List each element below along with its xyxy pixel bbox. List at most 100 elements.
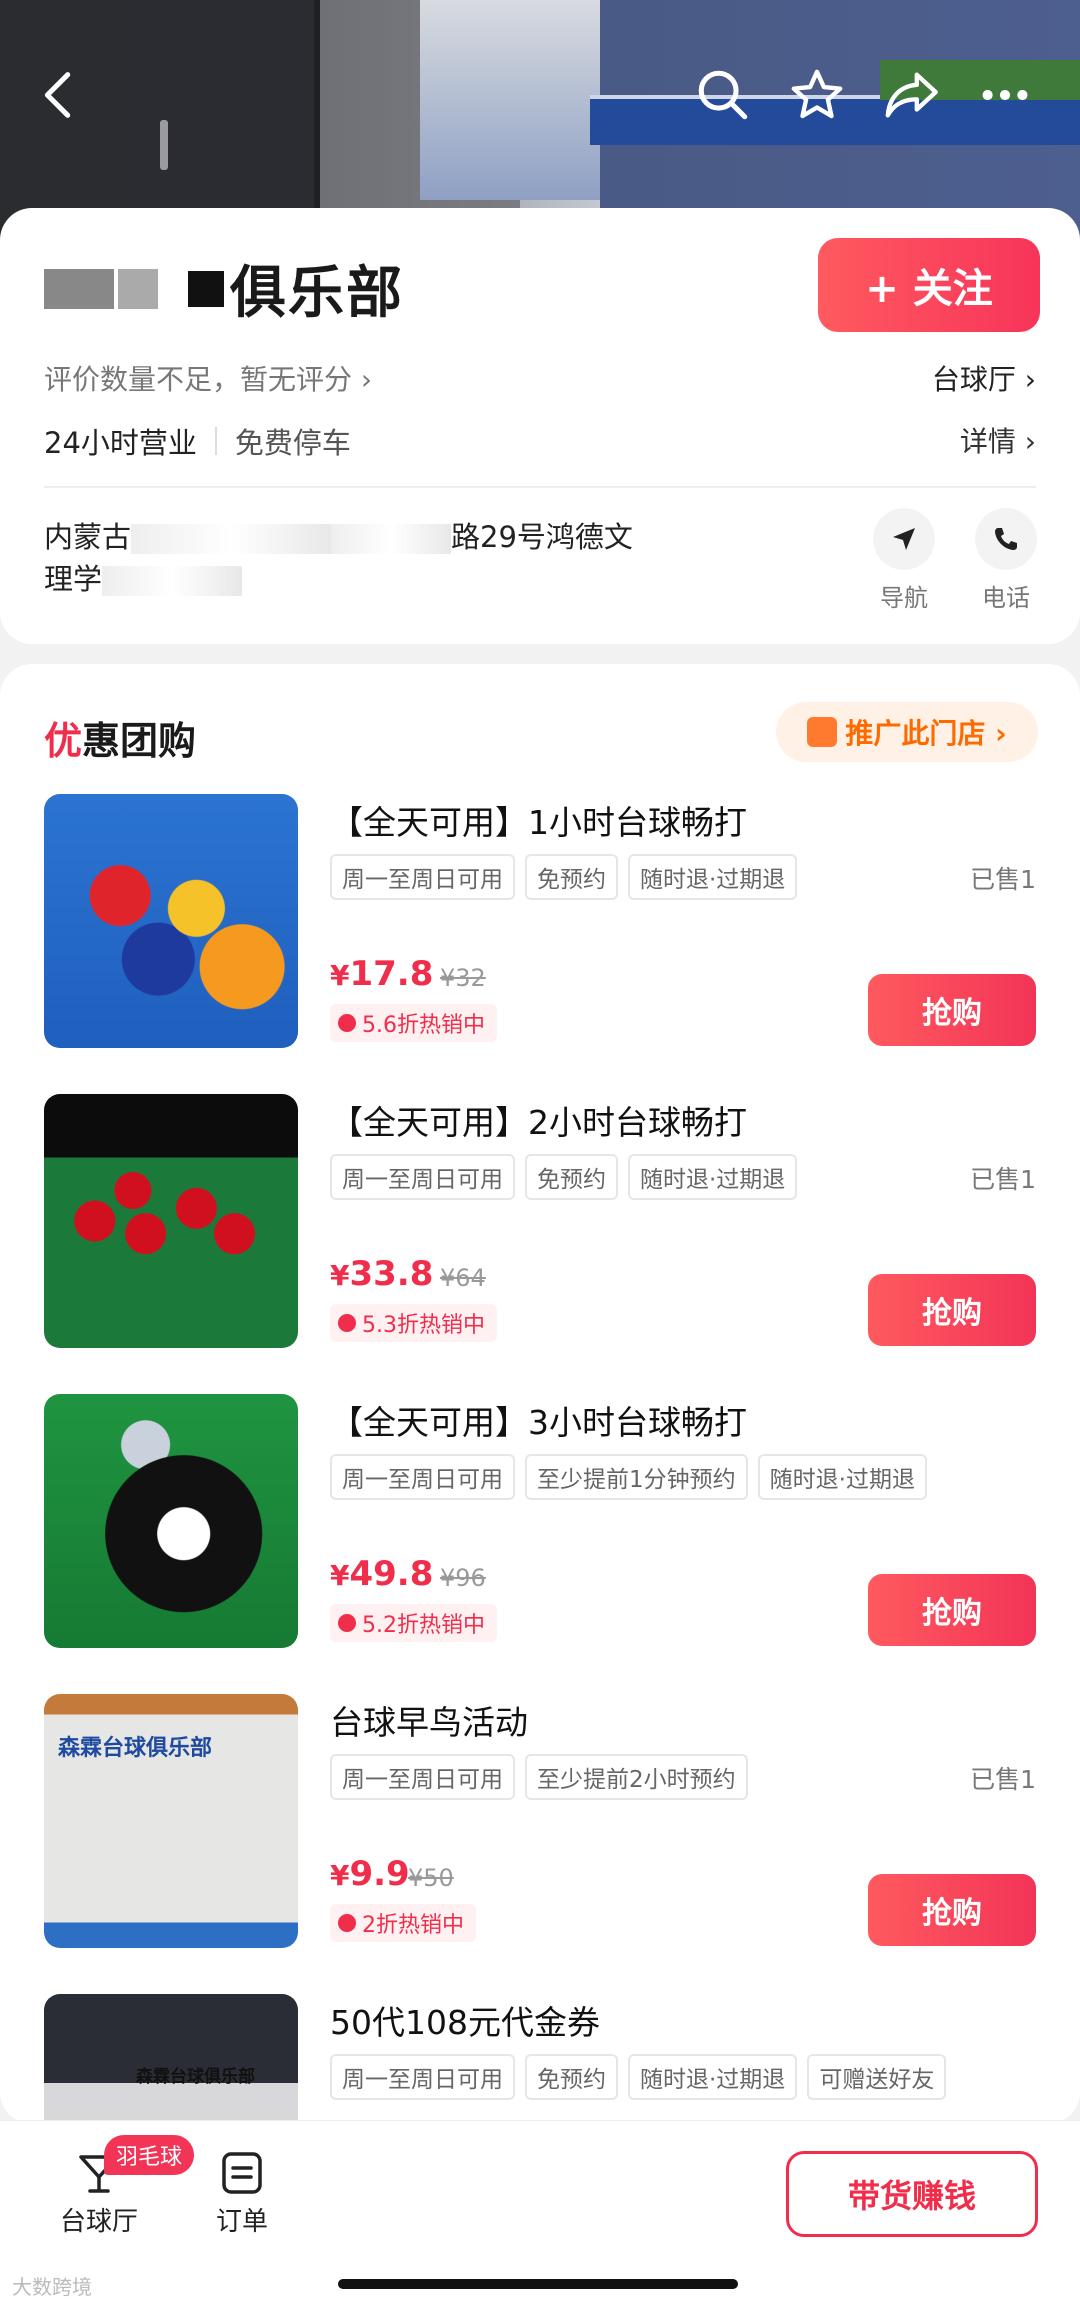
earn-commission-button[interactable]: 带货赚钱 <box>786 2151 1038 2237</box>
deal-thumbnail <box>44 1394 298 1648</box>
tab-label: 台球厅 <box>60 2207 139 2237</box>
hero-door <box>130 0 320 210</box>
parking-info: 免费停车 <box>234 426 351 460</box>
deal-tag: 可赠送好友 <box>807 2054 947 2100</box>
deal-tag: 免预约 <box>525 854 618 900</box>
star-icon[interactable] <box>782 60 852 130</box>
more-icon[interactable] <box>970 60 1040 130</box>
home-indicator[interactable] <box>338 2279 738 2289</box>
deal-name: 台球早鸟活动 <box>330 1703 528 1742</box>
flash-icon <box>338 1914 356 1932</box>
deal-thumbnail <box>44 794 298 1048</box>
group-deals-section: 优惠团购 推广此门店 › 【全天可用】1小时台球畅打 周一至周日可用 免预约 随… <box>0 664 1080 2124</box>
deal-thumbnail: 森霖台球俱乐部 <box>44 1694 298 1948</box>
store-meta-row: 24小时营业 免费停车 <box>44 420 351 462</box>
deal-price: ¥9.9 <box>330 1854 410 1894</box>
category-link[interactable]: 台球厅 › <box>932 358 1036 398</box>
deal-price: ¥17.8 <box>330 954 433 994</box>
store-address[interactable]: 内蒙古 路29号鸿德文 理学 <box>44 516 824 600</box>
redacted-block <box>102 566 243 596</box>
discount-text: 2折热销中 <box>362 1913 464 1938</box>
deal-item[interactable]: 【全天可用】2小时台球畅打 周一至周日可用 免预约 随时退·过期退 已售1 ¥3… <box>0 1094 1080 1354</box>
call-button[interactable]: 电话 <box>964 508 1048 613</box>
promote-store-button[interactable]: 推广此门店 › <box>776 702 1038 762</box>
deal-tag: 周一至周日可用 <box>330 854 515 900</box>
share-icon[interactable] <box>876 60 946 130</box>
deal-name: 【全天可用】2小时台球畅打 <box>330 1103 747 1142</box>
deal-thumbnail: 森霖台球俱乐部 <box>44 1994 298 2124</box>
badminton-badge: 羽毛球 <box>104 2135 195 2175</box>
deal-tag: 周一至周日可用 <box>330 1454 515 1500</box>
thumbnail-sign-text: 森霖台球俱乐部 <box>136 2067 255 2087</box>
section-title: 优惠团购 <box>44 710 196 765</box>
deal-price: ¥49.8 <box>330 1554 433 1594</box>
deal-tag: 周一至周日可用 <box>330 1754 515 1800</box>
price-value: 17.8 <box>349 954 434 994</box>
deal-price: ¥33.8 <box>330 1254 433 1294</box>
deal-item[interactable]: 森霖台球俱乐部 台球早鸟活动 周一至周日可用 至少提前2小时预约 已售1 ¥9.… <box>0 1694 1080 1954</box>
discount-badge: 5.3折热销中 <box>330 1304 497 1342</box>
deal-tags: 周一至周日可用 至少提前1分钟预约 随时退·过期退 <box>330 1454 927 1500</box>
search-icon[interactable] <box>688 60 758 130</box>
original-price: ¥96 <box>440 1564 486 1592</box>
deal-tag: 周一至周日可用 <box>330 2054 515 2100</box>
hero-hall <box>420 0 600 200</box>
buy-button[interactable]: 抢购 <box>868 974 1036 1046</box>
address-line1-end: 路29号鸿德文 <box>451 520 633 554</box>
bottom-action-bar: 台球厅 羽毛球 订单 带货赚钱 大数跨境 <box>0 2120 1080 2305</box>
tab-orders[interactable]: 订单 <box>216 2149 268 2238</box>
original-price: ¥50 <box>408 1864 454 1892</box>
deal-thumbnail <box>44 1094 298 1348</box>
deal-tags: 周一至周日可用 免预约 随时退·过期退 可赠送好友 <box>330 2054 947 2100</box>
deal-tag: 随时退·过期退 <box>757 1454 927 1500</box>
separator <box>214 427 217 455</box>
store-info-card: 俱乐部 + 关注 评价数量不足，暂无评分 › 台球厅 › 24小时营业 免费停车… <box>0 208 1080 644</box>
opening-hours: 24小时营业 <box>44 426 197 460</box>
store-icon <box>807 717 838 747</box>
redacted-block <box>331 524 452 554</box>
back-icon[interactable] <box>24 60 94 130</box>
store-name: 俱乐部 <box>44 248 404 329</box>
thumbnail-sign-text: 森霖台球俱乐部 <box>58 1736 213 1761</box>
address-line1-start: 内蒙古 <box>44 520 132 554</box>
discount-text: 5.2折热销中 <box>362 1613 485 1638</box>
follow-button[interactable]: + 关注 <box>818 238 1040 332</box>
price-value: 9.9 <box>349 1854 410 1894</box>
redacted-block <box>131 524 332 554</box>
deal-item[interactable]: 森霖台球俱乐部 50代108元代金券 周一至周日可用 免预约 随时退·过期退 可… <box>0 1994 1080 2124</box>
buy-button[interactable]: 抢购 <box>868 1574 1036 1646</box>
section-title-rest: 惠团购 <box>82 719 197 763</box>
deal-item[interactable]: 【全天可用】1小时台球畅打 周一至周日可用 免预约 随时退·过期退 已售1 ¥1… <box>0 794 1080 1054</box>
tag-icon <box>338 1014 356 1032</box>
currency-symbol: ¥ <box>330 1259 350 1292</box>
door-handle <box>160 120 168 170</box>
discount-badge: 5.6折热销中 <box>330 1004 497 1042</box>
currency-symbol: ¥ <box>330 1859 350 1892</box>
redacted-block <box>118 268 158 309</box>
navigate-label: 导航 <box>880 584 928 612</box>
deal-tag: 免预约 <box>525 2054 618 2100</box>
redacted-block <box>188 270 224 307</box>
rating-link[interactable]: 评价数量不足，暂无评分 › <box>44 358 372 398</box>
buy-button[interactable]: 抢购 <box>868 1274 1036 1346</box>
call-label: 电话 <box>982 584 1030 612</box>
deal-item[interactable]: 【全天可用】3小时台球畅打 周一至周日可用 至少提前1分钟预约 随时退·过期退 … <box>0 1394 1080 1654</box>
navigate-button[interactable]: 导航 <box>862 508 946 613</box>
details-link[interactable]: 详情 › <box>960 420 1036 460</box>
buy-button[interactable]: 抢购 <box>868 1874 1036 1946</box>
original-price: ¥32 <box>440 964 486 992</box>
tag-icon <box>338 1614 356 1632</box>
redacted-block <box>44 268 114 309</box>
original-price: ¥64 <box>440 1264 486 1292</box>
deal-tag: 至少提前2小时预约 <box>525 1754 748 1800</box>
divider <box>44 486 1036 488</box>
promote-label: 推广此门店 › <box>845 717 1007 750</box>
deal-tag: 至少提前1分钟预约 <box>525 1454 748 1500</box>
discount-text: 5.6折热销中 <box>362 1013 485 1038</box>
navigation-icon <box>873 508 935 570</box>
deal-name: 【全天可用】1小时台球畅打 <box>330 803 747 842</box>
deal-tag: 免预约 <box>525 1154 618 1200</box>
sold-count: 已售1 <box>970 865 1036 894</box>
price-value: 33.8 <box>349 1254 434 1294</box>
deal-name: 【全天可用】3小时台球畅打 <box>330 1403 747 1442</box>
